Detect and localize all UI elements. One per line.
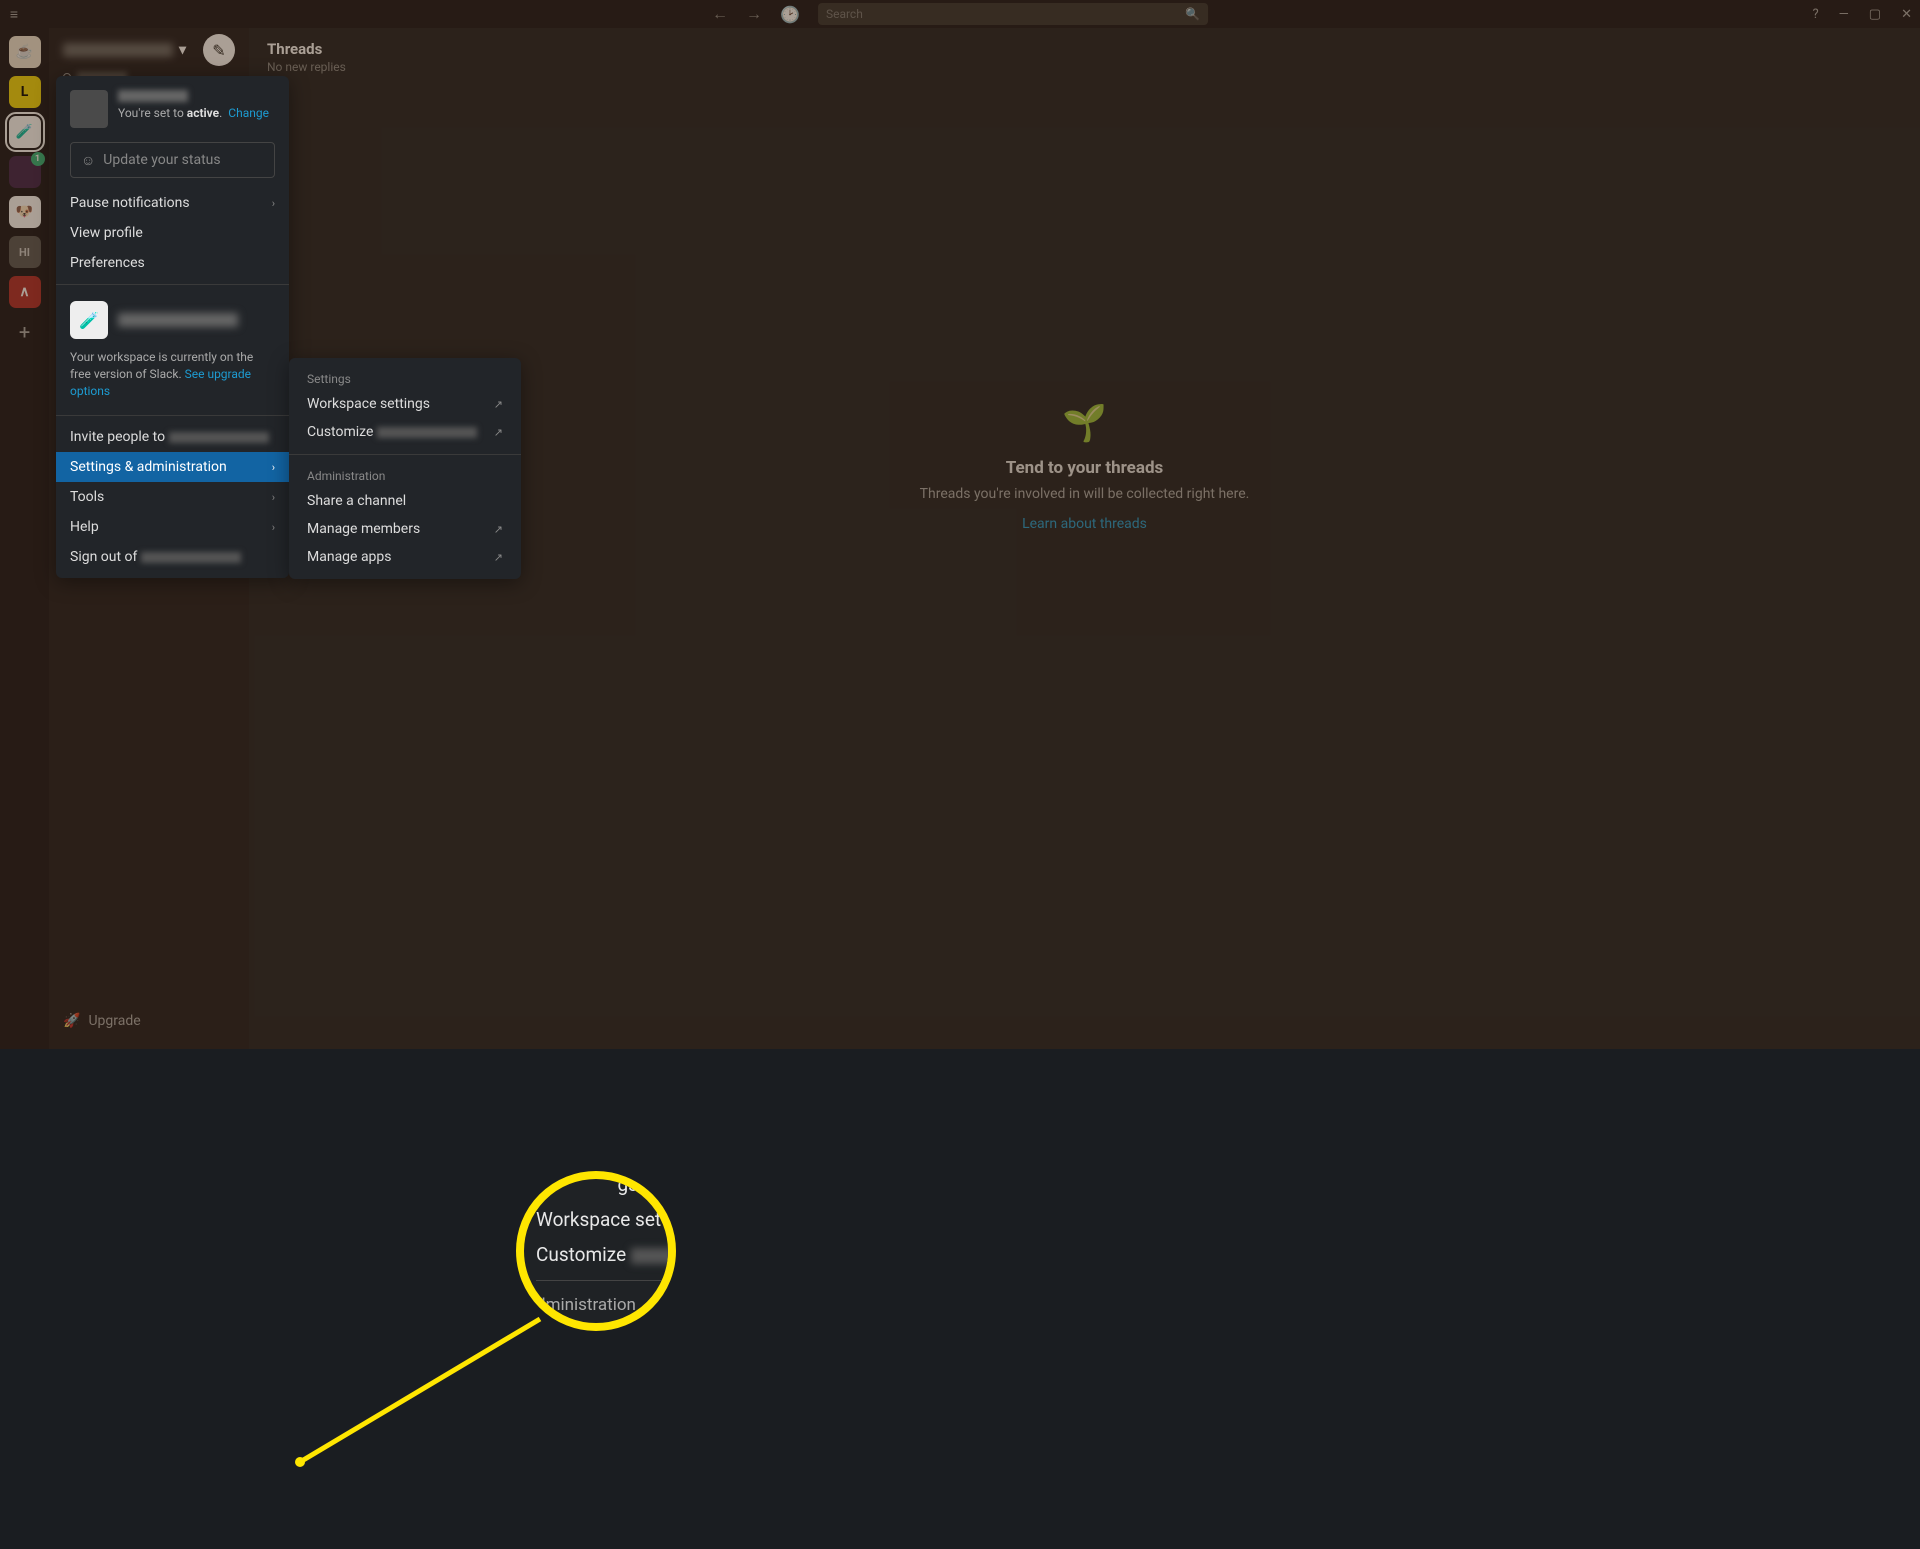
empty-title: Tend to your threads <box>920 458 1250 478</box>
submenu-manage-apps[interactable]: Manage apps↗ <box>289 543 521 571</box>
update-status-input[interactable]: ☺Update your status <box>70 142 275 178</box>
chevron-right-icon: › <box>272 197 275 210</box>
history-icon[interactable]: 🕑 <box>780 5 800 24</box>
avatar <box>70 90 108 128</box>
user-name <box>118 90 188 102</box>
workspace-item[interactable]: 1 <box>9 156 41 188</box>
workspace-item[interactable]: ☕ <box>9 36 41 68</box>
external-link-icon: ↗ <box>494 551 503 564</box>
search-icon: 🔍 <box>1185 7 1200 21</box>
titlebar: ≡ ← → 🕑 🔍 ? — ▢ ✕ <box>0 0 1920 28</box>
workspace-rail: ☕ L 🧪 1 🐶 HI ∧ + <box>0 28 49 1049</box>
window-maximize-icon[interactable]: ▢ <box>1869 7 1881 22</box>
page-subtitle: No new replies <box>267 60 1902 74</box>
chevron-down-icon: ▾ <box>179 42 186 58</box>
submenu-admin-header: Administration <box>289 463 521 487</box>
chevron-right-icon: › <box>272 491 275 504</box>
nav-forward-icon[interactable]: → <box>746 4 762 24</box>
menu-pause-notifications[interactable]: Pause notifications› <box>56 188 289 218</box>
workspace-badge: 1 <box>31 152 45 166</box>
chevron-right-icon: › <box>272 461 275 474</box>
workspace-item[interactable]: 🧪 <box>9 116 41 148</box>
external-link-icon: ↗ <box>494 398 503 411</box>
empty-state: 🌱 Tend to your threads Threads you're in… <box>920 402 1250 532</box>
submenu-customize[interactable]: Customize ↗ <box>289 418 521 446</box>
seedling-icon: 🌱 <box>920 402 1250 444</box>
help-icon[interactable]: ? <box>1812 7 1818 22</box>
hamburger-icon[interactable]: ≡ <box>0 6 28 23</box>
submenu-manage-members[interactable]: Manage members↗ <box>289 515 521 543</box>
menu-view-profile[interactable]: View profile <box>56 218 289 248</box>
empty-text: Threads you're involved in will be colle… <box>920 486 1250 502</box>
add-workspace-icon[interactable]: + <box>19 320 30 344</box>
workspace-icon: 🧪 <box>70 301 108 339</box>
settings-admin-submenu: Settings Workspace settings↗ Customize ↗… <box>289 358 521 579</box>
menu-tools[interactable]: Tools› <box>56 482 289 512</box>
menu-help[interactable]: Help› <box>56 512 289 542</box>
menu-invite-people[interactable]: Invite people to <box>56 422 289 452</box>
chevron-right-icon: › <box>272 521 275 534</box>
upgrade-note: Your workspace is currently on the free … <box>56 349 289 409</box>
submenu-share-channel[interactable]: Share a channel <box>289 487 521 515</box>
sidebar-upgrade[interactable]: 🚀Upgrade <box>63 1013 141 1029</box>
search-box[interactable]: 🔍 <box>818 3 1208 25</box>
workspace-switcher[interactable]: ▾ <box>63 42 186 58</box>
menu-settings-administration[interactable]: Settings & administration› <box>56 452 289 482</box>
learn-about-threads-link[interactable]: Learn about threads <box>1022 516 1147 532</box>
workspace-menu: You're set to active. Change ☺Update you… <box>56 76 289 578</box>
workspace-item[interactable]: L <box>9 76 41 108</box>
presence-status: You're set to active. Change <box>118 106 275 120</box>
external-link-icon: ↗ <box>494 523 503 536</box>
workspace-item[interactable]: 🐶 <box>9 196 41 228</box>
nav-back-icon[interactable]: ← <box>712 4 728 24</box>
page-title: Threads <box>267 40 1902 58</box>
submenu-settings-header: Settings <box>289 366 521 390</box>
rocket-icon: 🚀 <box>63 1013 80 1029</box>
workspace-item[interactable]: ∧ <box>9 276 41 308</box>
menu-preferences[interactable]: Preferences <box>56 248 289 278</box>
workspace-item[interactable]: HI <box>9 236 41 268</box>
submenu-workspace-settings[interactable]: Workspace settings↗ <box>289 390 521 418</box>
external-link-icon: ↗ <box>494 426 503 439</box>
window-minimize-icon[interactable]: — <box>1839 7 1849 22</box>
annotation-magnifier: gs Workspace setting Customize dministra… <box>516 1171 676 1331</box>
search-input[interactable] <box>826 7 1179 21</box>
smiley-icon: ☺ <box>81 152 95 169</box>
workspace-name <box>118 313 238 327</box>
window-close-icon[interactable]: ✕ <box>1901 7 1912 22</box>
compose-button[interactable]: ✎ <box>203 34 235 66</box>
menu-sign-out[interactable]: Sign out of <box>56 542 289 572</box>
change-status-link[interactable]: Change <box>228 106 269 120</box>
